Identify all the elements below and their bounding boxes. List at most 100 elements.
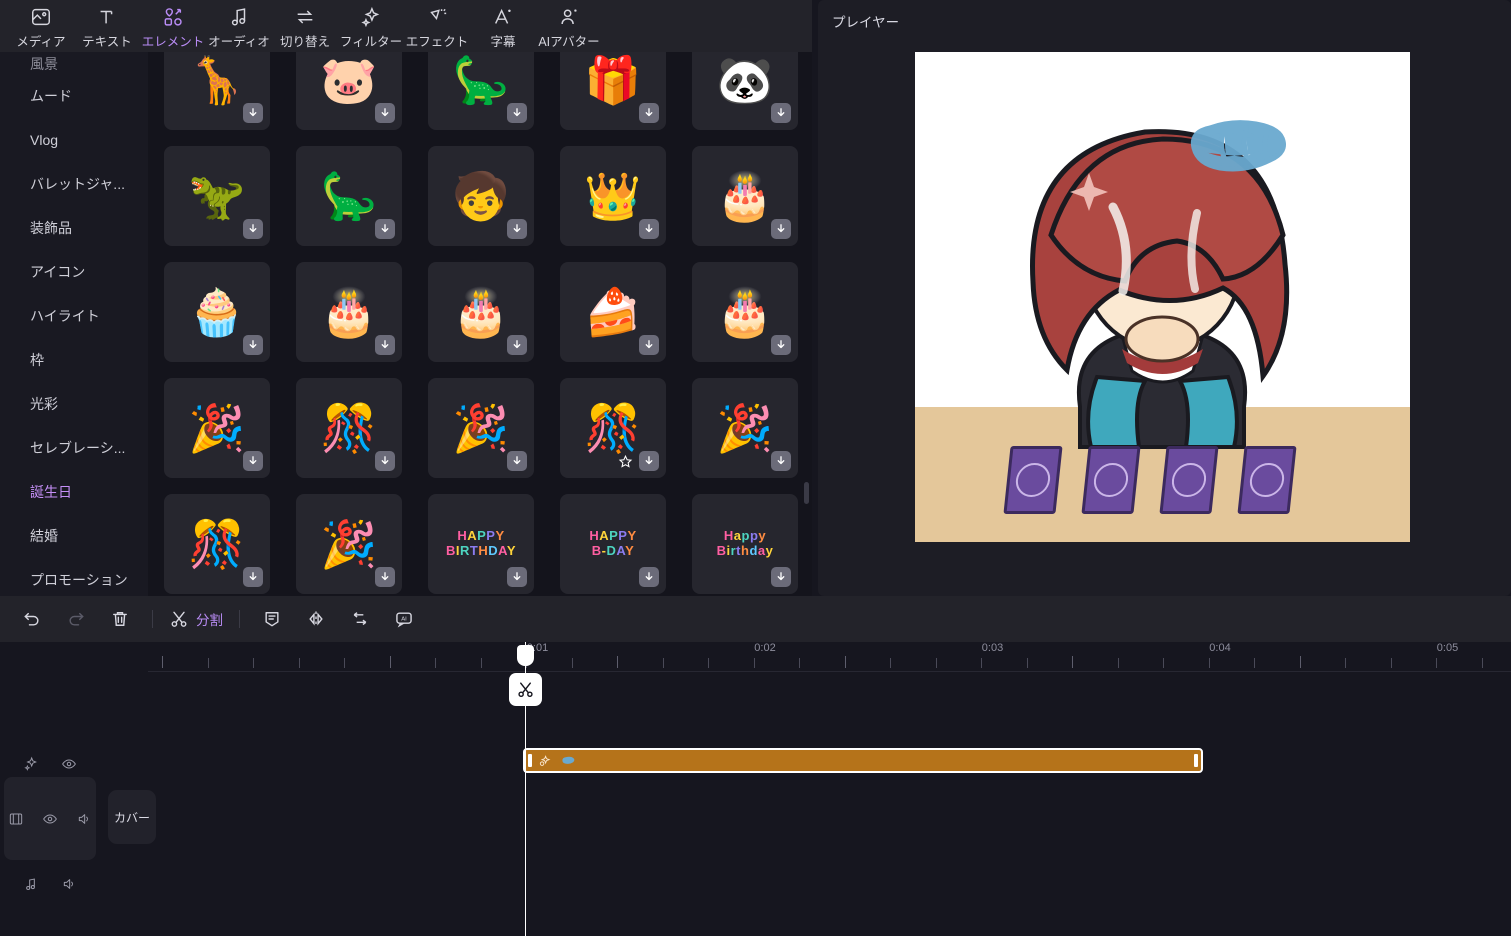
download-icon[interactable] xyxy=(507,567,527,587)
element-tile-boy-balloon-cake[interactable]: 🧒 xyxy=(428,146,534,246)
toolbar-tab-text[interactable]: テキスト xyxy=(74,0,140,52)
element-tile-blue-dot-party-hat[interactable]: 🎉 xyxy=(296,494,402,594)
sidebar-item-promotion[interactable]: プロモーション xyxy=(0,558,148,596)
sidebar-item-bullet[interactable]: バレットジャ... xyxy=(0,162,148,206)
download-icon[interactable] xyxy=(507,335,527,355)
element-tile-dino-balloon[interactable]: 🦖 xyxy=(164,146,270,246)
element-tile-happy-birthday-block-text[interactable]: HAPPY BIRTHDAY xyxy=(428,494,534,594)
marker-icon[interactable] xyxy=(250,602,294,636)
audio-track-header[interactable] xyxy=(0,870,100,898)
player-stage[interactable] xyxy=(915,52,1410,542)
star-icon[interactable] xyxy=(615,451,635,471)
sidebar-item-icon[interactable]: アイコン xyxy=(0,250,148,294)
download-icon[interactable] xyxy=(639,103,659,123)
toolbar-tab-audio[interactable]: オーディオ xyxy=(206,0,272,52)
download-icon[interactable] xyxy=(771,567,791,587)
category-sidebar[interactable]: 風景 ムード Vlog バレットジャ... 装飾品 アイコン ハイライト 枠 光… xyxy=(0,52,148,596)
toolbar-tab-transition[interactable]: 切り替え xyxy=(272,0,338,52)
download-icon[interactable] xyxy=(375,451,395,471)
mirror-icon[interactable] xyxy=(294,602,338,636)
element-tile-pink-candle-cake[interactable]: 🎂 xyxy=(296,262,402,362)
toolbar-tab-caption[interactable]: 字幕 xyxy=(470,0,536,52)
download-icon[interactable] xyxy=(639,335,659,355)
volume-icon[interactable] xyxy=(76,811,92,827)
clip-trim-left-handle[interactable] xyxy=(528,754,532,767)
toolbar-tab-media[interactable]: メディア xyxy=(8,0,74,52)
element-grid-pane[interactable]: 🦒 🐷 🦕 🎁 🐼 🦖 🦕 🧒 👑 🎂 🧁 🎂 🎂 🍰 🎂 🎉 🎊 🎉 🎊 🎉 🎊 🎉 HAPPY BIRTHDAY HAPPY… xyxy=(148,52,812,596)
element-tile-orange-dot-party-hat[interactable]: 🎊 xyxy=(164,494,270,594)
sparkle-icon[interactable] xyxy=(23,756,39,772)
sidebar-item-vlog[interactable]: Vlog xyxy=(0,118,148,162)
playhead[interactable] xyxy=(509,642,542,936)
sidebar-item-frame[interactable]: 枠 xyxy=(0,338,148,382)
undo-icon[interactable] xyxy=(10,602,54,636)
download-icon[interactable] xyxy=(375,219,395,239)
element-tile-dinosaur-green[interactable]: 🦕 xyxy=(428,52,534,130)
download-icon[interactable] xyxy=(771,335,791,355)
blue-scribble-sticker[interactable] xyxy=(1180,114,1290,176)
playhead-knob[interactable] xyxy=(517,645,534,666)
eye-icon[interactable] xyxy=(42,811,58,827)
sidebar-item-wedding[interactable]: 結婚 xyxy=(0,514,148,558)
element-tile-dino-cake[interactable]: 🦕 xyxy=(296,146,402,246)
element-tile-happy-birthday-cupcake[interactable]: 🧁 xyxy=(164,262,270,362)
element-tile-gift-boxes[interactable]: 🎁 xyxy=(560,52,666,130)
element-tile-laughing-cake[interactable]: 🎂 xyxy=(692,262,798,362)
download-icon[interactable] xyxy=(771,103,791,123)
sidebar-item-decoration[interactable]: 装飾品 xyxy=(0,206,148,250)
volume-icon[interactable] xyxy=(61,876,77,892)
element-tile-smiling-cake[interactable]: 🍰 xyxy=(560,262,666,362)
element-tile-happy-bday-sticker-text[interactable]: HAPPY B-DAY xyxy=(560,494,666,594)
sidebar-item-glow[interactable]: 光彩 xyxy=(0,382,148,426)
toolbar-tab-effect[interactable]: エフェクト xyxy=(404,0,470,52)
sidebar-item-birthday[interactable]: 誕生日 xyxy=(0,470,148,514)
element-tile-blue-party-hat-streamer[interactable]: 🎉 xyxy=(164,378,270,478)
element-tile-bear-cake[interactable]: 🎂 xyxy=(692,146,798,246)
effects-track-header[interactable] xyxy=(0,750,100,778)
download-icon[interactable] xyxy=(375,335,395,355)
element-tile-gold-crown[interactable]: 👑 xyxy=(560,146,666,246)
element-tile-giraffe[interactable]: 🦒 xyxy=(164,52,270,130)
element-tile-happy-birthday-sparkle-text[interactable]: Happy Birthday xyxy=(692,494,798,594)
eye-icon[interactable] xyxy=(61,756,77,772)
element-tile-green-star-party-hat[interactable]: 🎊 xyxy=(296,378,402,478)
trash-icon[interactable] xyxy=(98,602,142,636)
toolbar-tab-elements[interactable]: エレメント xyxy=(140,0,206,52)
download-icon[interactable] xyxy=(771,219,791,239)
toolbar-tab-ai-avatar[interactable]: AIアバター xyxy=(536,0,602,52)
panel-resize-handle[interactable] xyxy=(804,482,809,504)
download-icon[interactable] xyxy=(375,103,395,123)
download-icon[interactable] xyxy=(507,219,527,239)
download-icon[interactable] xyxy=(639,219,659,239)
download-icon[interactable] xyxy=(507,103,527,123)
timeline[interactable]: 0:01 0:02 0:03 0:04 0:05 カバー xyxy=(0,642,1511,936)
film-icon[interactable] xyxy=(8,811,24,827)
cover-button[interactable]: カバー xyxy=(108,790,156,844)
element-tile-pastel-candle-cake[interactable]: 🎂 xyxy=(428,262,534,362)
playhead-split-button[interactable] xyxy=(509,673,542,706)
download-icon[interactable] xyxy=(639,451,659,471)
clip-trim-right-handle[interactable] xyxy=(1194,754,1198,767)
download-icon[interactable] xyxy=(243,335,263,355)
download-icon[interactable] xyxy=(375,567,395,587)
video-track-header[interactable] xyxy=(4,777,96,860)
sidebar-item-scenery[interactable]: 風景 xyxy=(0,52,148,74)
sidebar-item-celebration[interactable]: セレブレーシ... xyxy=(0,426,148,470)
timeline-ruler[interactable]: 0:01 0:02 0:03 0:04 0:05 xyxy=(148,642,1511,672)
download-icon[interactable] xyxy=(243,451,263,471)
sticker-clip[interactable] xyxy=(523,748,1203,773)
element-tile-pig-flying[interactable]: 🐷 xyxy=(296,52,402,130)
element-tile-panda[interactable]: 🐼 xyxy=(692,52,798,130)
element-tile-purple-stripe-party-hat[interactable]: 🎉 xyxy=(428,378,534,478)
sidebar-item-mood[interactable]: ムード xyxy=(0,74,148,118)
element-tile-teal-party-hat[interactable]: 🎊 xyxy=(560,378,666,478)
toolbar-tab-filter[interactable]: フィルター xyxy=(338,0,404,52)
element-tile-pink-confetti-party-hat[interactable]: 🎉 xyxy=(692,378,798,478)
download-icon[interactable] xyxy=(243,103,263,123)
speed-icon[interactable] xyxy=(338,602,382,636)
sidebar-item-highlight[interactable]: ハイライト xyxy=(0,294,148,338)
music-note-icon[interactable] xyxy=(23,876,39,892)
ai-icon[interactable]: AI xyxy=(382,602,426,636)
download-icon[interactable] xyxy=(639,567,659,587)
download-icon[interactable] xyxy=(507,451,527,471)
